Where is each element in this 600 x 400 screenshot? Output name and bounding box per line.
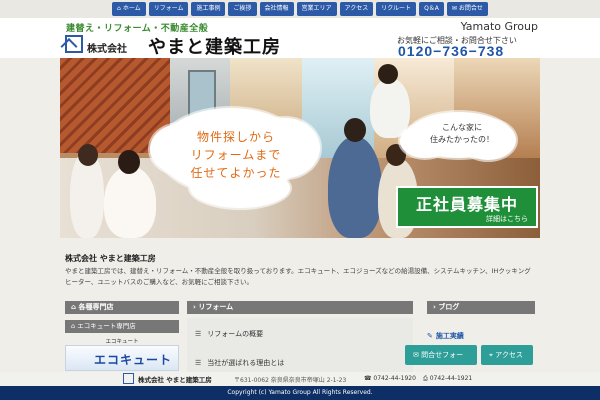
- blog-works-link[interactable]: ✎ 施工実績: [427, 331, 464, 341]
- site-header: 建替え・リフォーム・不動産全般 株式会社 やまと建築工房 Yamato Grou…: [0, 18, 600, 59]
- recruit-link[interactable]: 詳細はこちら: [486, 214, 528, 224]
- reform-overview-link[interactable]: ☰ リフォームの概要: [187, 329, 413, 339]
- house-logo-icon: [123, 373, 134, 384]
- intro-title: 株式会社 やまと建築工房: [65, 254, 156, 263]
- nav-works[interactable]: 施工事例: [191, 2, 226, 16]
- list-icon: ☰: [195, 359, 202, 367]
- family-man: [104, 166, 156, 238]
- nav-company[interactable]: 会社情報: [259, 2, 294, 16]
- worker-head: [378, 64, 398, 84]
- specialty-shops-header: ⌂ 各種専門店: [65, 301, 179, 314]
- ecocute-banner[interactable]: エコキュート: [65, 345, 179, 371]
- ecocute-shop-header[interactable]: ⌂ エコキュート専門店: [65, 320, 179, 333]
- couple-man: [328, 136, 382, 238]
- hero-cloud2-text: こんな家に 住みたかったの！: [430, 123, 494, 144]
- copyright: Copyright (c) Yamato Group All Rights Re…: [0, 386, 600, 400]
- hero-banner: 物件探しから リフォームまで 任せてよかった こんな家に 住みたかったの！ 正社…: [60, 58, 540, 238]
- recruit-banner[interactable]: 正社員募集中 詳細はこちら: [396, 186, 538, 228]
- nav-recruit[interactable]: リクルート: [376, 2, 417, 16]
- company-name[interactable]: やまと建築工房: [148, 33, 281, 59]
- top-nav: ⌂ ホーム リフォーム 施工事例 ご挨拶 会社情報 営業エリア アクセス リクルー…: [112, 2, 488, 16]
- intro-body: やまと建築工房では、建替え・リフォーム・不動産全般を取り扱っております。エコキュ…: [65, 267, 531, 286]
- nav-area[interactable]: 営業エリア: [296, 2, 337, 16]
- reform-header: › リフォーム: [187, 301, 413, 314]
- footer-fax: ⎙ 0742-44-1921: [423, 375, 473, 382]
- phone-number[interactable]: 0120−736−738: [398, 43, 504, 59]
- phone-icon: ☎: [364, 375, 374, 382]
- group-name: Yamato Group: [460, 20, 538, 33]
- ecocute-banner-text: エコキュート: [94, 353, 173, 367]
- wrench-icon: ✎: [427, 332, 433, 340]
- company-prefix: 株式会社: [87, 44, 127, 55]
- mail-icon: ✉: [413, 351, 422, 359]
- footer-tel[interactable]: ☎ 0742-44-1920: [364, 375, 416, 382]
- recruit-title: 正社員募集中: [415, 195, 518, 214]
- ecocute-caption: エコキュート: [105, 339, 139, 345]
- family-woman-head: [78, 144, 98, 166]
- blog-header: › ブログ: [427, 301, 535, 314]
- nav-reform[interactable]: リフォーム: [148, 2, 189, 16]
- list-icon: ☰: [195, 330, 202, 338]
- worker: [370, 78, 410, 138]
- nav-home[interactable]: ⌂ ホーム: [112, 2, 146, 16]
- couple-man-head: [344, 118, 366, 142]
- mail-icon: ✉: [451, 5, 457, 12]
- house-logo-icon[interactable]: [65, 35, 83, 53]
- home-icon: ⌂: [117, 5, 121, 12]
- contact-form-button[interactable]: ✉ 問合せフォーム: [405, 345, 477, 379]
- hero-cloud-text: 物件探しから リフォームまで 任せてよかった: [190, 130, 282, 180]
- printer-icon: ⎙: [423, 375, 430, 382]
- nav-qa[interactable]: Q＆A: [419, 2, 444, 16]
- family-man-head: [118, 150, 140, 174]
- footer-address: 〒631-0062 奈良県奈良市帝塚山 2-1-23: [234, 377, 347, 384]
- nav-greeting[interactable]: ご挨拶: [228, 2, 257, 16]
- reform-reasons-link[interactable]: ☰ 当社が選ばれる理由とは: [187, 358, 413, 368]
- access-button[interactable]: ⌖ アクセス: [481, 345, 533, 365]
- footer-company: 株式会社 やまと建築工房: [138, 376, 212, 384]
- nav-access[interactable]: アクセス: [339, 2, 374, 16]
- nav-contact[interactable]: ✉ お問合せ: [446, 2, 488, 16]
